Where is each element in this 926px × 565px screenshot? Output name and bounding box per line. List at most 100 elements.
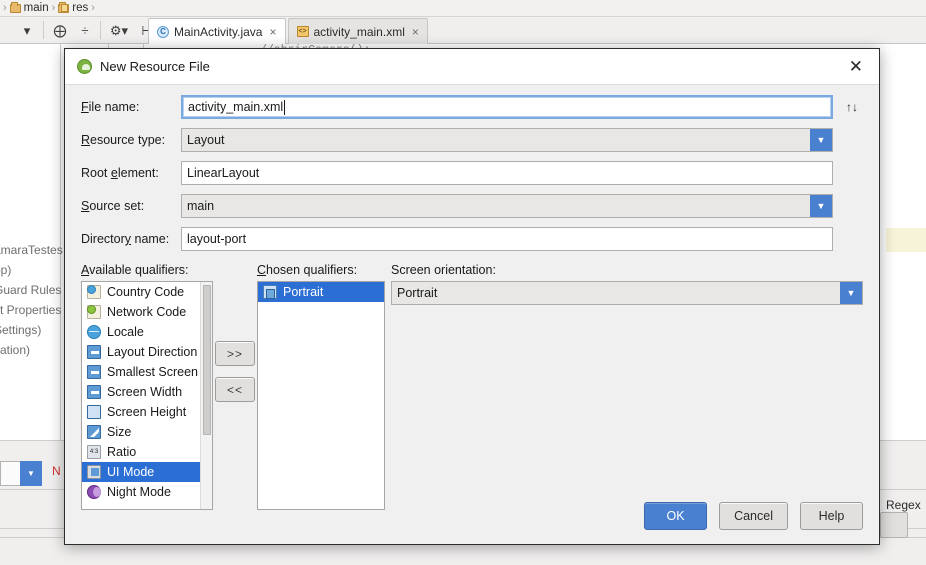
close-icon[interactable]: ✕	[845, 56, 867, 77]
project-tree-item[interactable]: Settings)	[0, 323, 41, 337]
list-item-label: Layout Direction	[107, 345, 198, 359]
network-code-icon	[87, 305, 101, 319]
list-item-label: Screen Height	[107, 405, 187, 419]
project-tree-item[interactable]: cation)	[0, 343, 30, 357]
source-set-value: main	[187, 199, 215, 213]
breadcrumb-sep: ›	[91, 2, 95, 14]
ratio-icon: 4:3	[87, 445, 101, 459]
list-item[interactable]: Size	[82, 422, 212, 442]
root-element-input[interactable]: LinearLayout	[181, 161, 833, 185]
country-code-icon	[87, 285, 101, 299]
folder-icon	[9, 1, 21, 13]
resource-type-value: Layout	[187, 133, 225, 147]
gear-icon[interactable]: ⚙▾	[104, 17, 134, 44]
layout-direction-icon	[87, 345, 101, 359]
root-element-value: LinearLayout	[187, 166, 260, 180]
editor-toolbar: ▾ ⨁ ÷ ⚙▾ ⊢	[0, 17, 926, 44]
list-item[interactable]: Screen Width	[82, 382, 212, 402]
list-item[interactable]: Country Code	[82, 282, 212, 302]
help-button[interactable]: Help	[800, 502, 863, 530]
dropdown-arrow-icon[interactable]: ▾	[14, 17, 40, 44]
list-item-label: Country Code	[107, 285, 185, 299]
dialog-footer: OK Cancel Help	[65, 488, 879, 544]
screen-orientation-select[interactable]: Portrait ▼	[391, 281, 863, 305]
list-item[interactable]: Locale	[82, 322, 212, 342]
divide-icon[interactable]: ÷	[73, 17, 97, 44]
chevron-down-icon[interactable]: ▼	[810, 129, 832, 151]
breadcrumb-item-main[interactable]: main	[8, 1, 51, 14]
list-item-portrait[interactable]: Portrait	[258, 282, 384, 302]
ok-button[interactable]: OK	[644, 502, 708, 530]
project-tree-item[interactable]: ct Properties	[0, 303, 61, 317]
chosen-qualifiers-column: Chosen qualifiers: Portrait	[257, 263, 385, 510]
list-item[interactable]: Screen Height	[82, 402, 212, 422]
chevron-down-icon[interactable]: ▼	[840, 282, 862, 304]
list-item[interactable]: Smallest Screen W	[82, 362, 212, 382]
android-icon	[77, 59, 92, 74]
breadcrumb-item-res[interactable]: res	[56, 1, 90, 14]
highlight-strip	[886, 228, 926, 252]
move-left-button[interactable]: <<	[215, 377, 255, 402]
directory-name-label: Directory name:	[81, 232, 170, 246]
list-item[interactable]: 4:3 Ratio	[82, 442, 212, 462]
file-name-value: activity_main.xml	[188, 100, 284, 114]
available-qualifiers-label: Available qualifiers:	[81, 263, 189, 277]
breadcrumb-label: res	[72, 2, 89, 14]
field-row-resource-type: Resource type: Layout ▼	[81, 128, 863, 152]
breadcrumb-label: main	[23, 2, 49, 14]
xml-file-icon: <>	[296, 26, 309, 37]
chevron-down-icon[interactable]: ▼	[810, 195, 832, 217]
project-tree-item[interactable]: pp)	[0, 263, 11, 277]
available-list-scrollbar[interactable]	[200, 282, 212, 509]
screen-width-icon	[87, 385, 101, 399]
chosen-qualifiers-list[interactable]: Portrait	[257, 281, 385, 510]
cancel-button[interactable]: Cancel	[719, 502, 788, 530]
chosen-qualifiers-label: Chosen qualifiers:	[257, 263, 358, 277]
list-item[interactable]: Layout Direction	[82, 342, 212, 362]
qualifiers-area: Available qualifiers: Country Code Netwo…	[81, 263, 863, 510]
available-qualifiers-list[interactable]: Country Code Network Code Locale Layout …	[81, 281, 213, 510]
file-name-label: File name:	[81, 100, 140, 114]
directory-name-input[interactable]: layout-port	[181, 227, 833, 251]
list-item-label: Portrait	[283, 285, 324, 299]
breadcrumb: › main › res ›	[0, 0, 926, 17]
field-row-file-name: File name: activity_main.xml ↑↓	[81, 95, 863, 119]
qualifier-move-buttons: >> <<	[213, 263, 257, 510]
size-icon	[87, 425, 101, 439]
list-item-label: Screen Width	[107, 385, 183, 399]
close-icon[interactable]: ×	[412, 25, 419, 39]
target-icon[interactable]: ⨁	[47, 17, 73, 44]
screen-height-icon	[87, 405, 101, 419]
list-item[interactable]: Network Code	[82, 302, 212, 322]
portrait-icon	[263, 285, 277, 299]
list-item-label: UI Mode	[107, 465, 155, 479]
dialog-body: File name: activity_main.xml ↑↓ Resource…	[65, 85, 879, 510]
project-tree-item[interactable]: Guard Rules	[0, 283, 61, 297]
project-tree-item[interactable]: amaraTestes	[0, 243, 63, 257]
resource-type-select[interactable]: Layout ▼	[181, 128, 833, 152]
toolbar-divider	[100, 21, 101, 39]
file-name-input[interactable]: activity_main.xml	[181, 95, 833, 119]
text-caret	[284, 99, 286, 115]
close-icon[interactable]: ×	[269, 25, 276, 39]
regex-label[interactable]: Regex	[886, 498, 921, 512]
reorder-icon[interactable]: ↑↓	[841, 100, 863, 114]
dialog-title-bar: New Resource File ✕	[65, 49, 879, 85]
chevron-down-icon[interactable]: ▼	[20, 461, 42, 486]
list-item-label: Ratio	[107, 445, 137, 459]
screen-orientation-value: Portrait	[397, 286, 438, 300]
folder-res-icon	[58, 1, 70, 13]
tab-activity-main-xml[interactable]: <> activity_main.xml ×	[287, 18, 428, 44]
source-set-select[interactable]: main ▼	[181, 194, 833, 218]
move-right-button[interactable]: >>	[215, 341, 255, 366]
screen-root: › main › res › ▾ ⨁ ÷ ⚙▾ ⊢ C MainActivity…	[0, 0, 926, 565]
list-item-ui-mode[interactable]: UI Mode	[82, 462, 212, 482]
scrollbar-thumb[interactable]	[203, 285, 211, 435]
field-row-source-set: Source set: main ▼	[81, 194, 863, 218]
tab-mainactivity-java[interactable]: C MainActivity.java ×	[148, 18, 286, 44]
list-item-label: Size	[107, 425, 132, 439]
regex-button[interactable]	[880, 512, 908, 538]
available-qualifiers-column: Available qualifiers: Country Code Netwo…	[81, 263, 213, 510]
list-item-label: Network Code	[107, 305, 187, 319]
screen-orientation-label: Screen orientation:	[391, 263, 496, 277]
